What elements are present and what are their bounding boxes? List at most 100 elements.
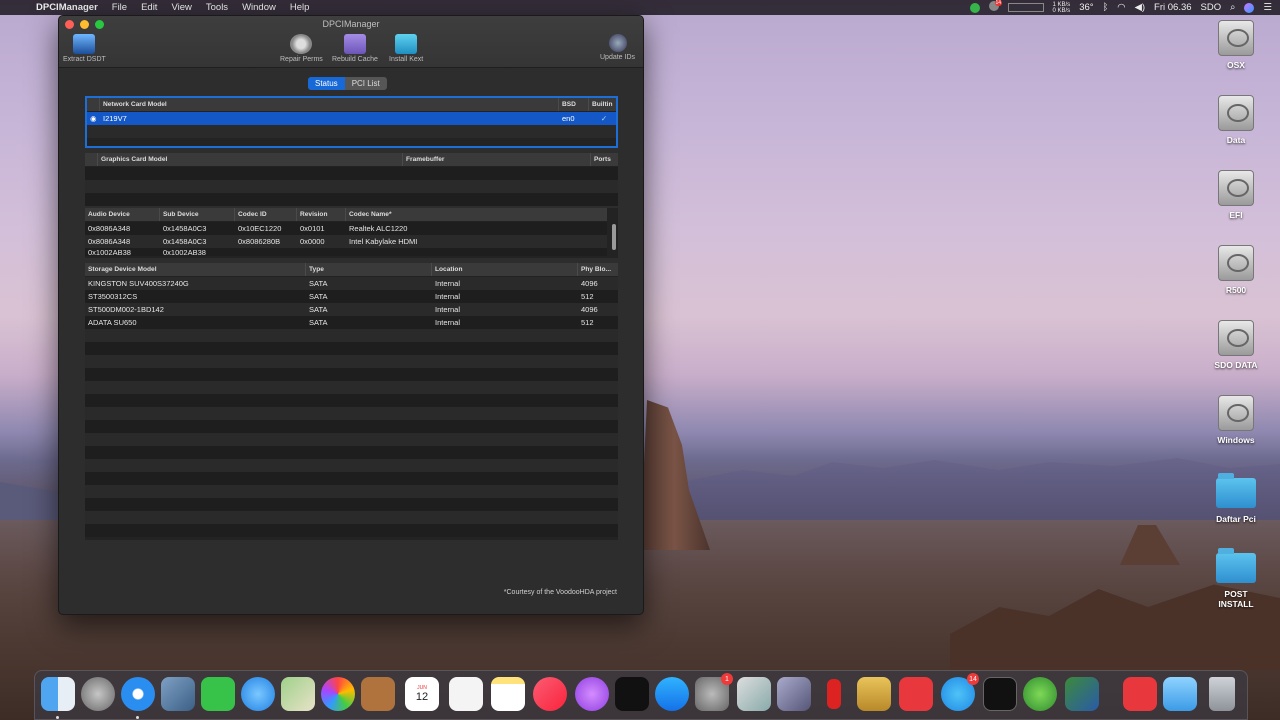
column-revision[interactable]: Revision [297, 208, 346, 221]
storage-row[interactable]: ST3500312CS SATA Internal 512 [85, 290, 618, 303]
calendar-icon[interactable]: JUN 12 [405, 677, 439, 711]
facetime-icon[interactable] [201, 677, 235, 711]
rebuild-cache-button[interactable]: Rebuild Cache [332, 34, 378, 63]
install-kext-button[interactable]: Install Kext [389, 34, 423, 63]
desktop-folder-1[interactable]: POST INSTALL [1206, 548, 1266, 609]
menu-help[interactable]: Help [290, 2, 310, 13]
storage-model: KINGSTON SUV400S37240G [88, 279, 189, 288]
system-info-icon[interactable] [1065, 677, 1099, 711]
mail-icon[interactable] [161, 677, 195, 711]
finder-icon[interactable] [41, 677, 75, 719]
siri-icon[interactable] [1244, 2, 1255, 13]
builtin-checkbox[interactable]: ✓ [589, 114, 616, 123]
storage-type: SATA [309, 305, 328, 314]
desktop-disk-2[interactable]: EFI [1206, 170, 1266, 220]
notes-icon[interactable] [491, 677, 525, 711]
app-store-icon[interactable] [655, 677, 689, 711]
net-speed[interactable]: 1 KB/s 0 KB/s [1053, 2, 1071, 14]
column-ports[interactable]: Ports [591, 153, 618, 166]
clock[interactable]: Fri 06.36 [1154, 2, 1192, 13]
desktop-disk-1[interactable]: Data [1206, 95, 1266, 145]
audio-row[interactable]: 0x1002AB38 0x1002AB38 [85, 248, 607, 256]
safari-icon[interactable] [121, 677, 155, 719]
contacts-icon[interactable] [361, 677, 395, 711]
tab-status[interactable]: Status [308, 77, 345, 90]
column-framebuffer[interactable]: Framebuffer [403, 153, 591, 166]
bluetooth-icon[interactable]: ᛒ [1103, 2, 1109, 13]
search-icon[interactable]: ⌕ [1230, 2, 1235, 13]
archive-icon[interactable] [857, 677, 891, 711]
column-codec-id[interactable]: Codec ID [235, 208, 297, 221]
column-network-card-model[interactable]: Network Card Model [100, 98, 559, 111]
tv-icon[interactable] [615, 677, 649, 711]
storage-row[interactable]: KINGSTON SUV400S37240G SATA Internal 4096 [85, 277, 618, 290]
audio-row[interactable]: 0x8086A348 0x1458A0C3 0x8086280B 0x0000 … [85, 235, 607, 248]
preview-icon[interactable] [737, 677, 771, 711]
wifi-icon[interactable]: ◠ [1117, 2, 1125, 13]
empty-row [85, 472, 618, 485]
knife-icon[interactable] [817, 677, 851, 711]
desktop-disk-3[interactable]: R500 [1206, 245, 1266, 295]
storage-row[interactable]: ADATA SU650 SATA Internal 512 [85, 316, 618, 329]
temperature-readout[interactable]: 36° [1079, 2, 1093, 13]
column-builtin[interactable]: Builtin [589, 98, 616, 111]
trash-icon[interactable] [1209, 677, 1235, 711]
extract-dsdt-button[interactable]: Extract DSDT [63, 34, 106, 63]
downloads-folder-icon[interactable] [1163, 677, 1197, 711]
menu-tools[interactable]: Tools [206, 2, 228, 13]
cpu-graph-icon[interactable] [1007, 3, 1044, 12]
repair-perms-button[interactable]: Repair Perms [280, 34, 323, 63]
update-ids-button[interactable]: Update IDs [600, 34, 635, 61]
sub-device: 0x1458A0C3 [163, 224, 207, 233]
launchpad-icon[interactable] [81, 677, 115, 711]
empty-row [85, 355, 618, 368]
clover-icon[interactable] [1023, 677, 1057, 711]
column-type[interactable]: Type [306, 263, 432, 276]
storage-row[interactable]: ST500DM002-1BD142 SATA Internal 4096 [85, 303, 618, 316]
column-codec-name[interactable]: Codec Name* [346, 208, 607, 221]
audio-device: 0x1002AB38 [88, 248, 131, 256]
maps-icon[interactable] [281, 677, 315, 711]
telegram-icon[interactable]: 14 [941, 673, 979, 711]
status-green-icon[interactable] [969, 2, 980, 13]
menu-window[interactable]: Window [242, 2, 276, 13]
column-storage-device-model[interactable]: Storage Device Model [85, 263, 306, 276]
column-location[interactable]: Location [432, 263, 578, 276]
desktop-folder-label: Daftar Pci [1216, 514, 1256, 524]
desktop-disk-4[interactable]: SDO DATA [1206, 320, 1266, 370]
user-name[interactable]: SDO [1201, 2, 1222, 13]
reminders-icon[interactable] [449, 677, 483, 711]
terminal-icon[interactable] [983, 677, 1017, 711]
volume-icon[interactable]: ◀) [1135, 2, 1145, 13]
audio-row[interactable]: 0x8086A348 0x1458A0C3 0x10EC1220 0x0101 … [85, 222, 607, 235]
column-bsd[interactable]: BSD [559, 98, 589, 111]
desktop-disk-5[interactable]: Windows [1206, 395, 1266, 445]
desktop-folder-0[interactable]: Daftar Pci [1206, 473, 1266, 524]
menu-notification[interactable]: 14 [988, 0, 1003, 14]
menu-app-name[interactable]: DPCIManager [36, 2, 98, 13]
anydesk-folder-icon[interactable] [1123, 677, 1157, 711]
audio-device: 0x8086A348 [88, 237, 131, 246]
audio-scrollbar[interactable] [612, 224, 616, 250]
system-preferences-icon[interactable]: 1 [695, 673, 733, 711]
hard-drive-icon [1218, 320, 1254, 356]
photos-icon[interactable] [321, 677, 355, 711]
utilities-icon[interactable] [777, 677, 811, 711]
desktop-disk-0[interactable]: OSX [1206, 20, 1266, 70]
menu-edit[interactable]: Edit [141, 2, 157, 13]
empty-row [85, 420, 618, 433]
column-audio-device[interactable]: Audio Device [85, 208, 160, 221]
messages-icon[interactable] [241, 677, 275, 711]
menu-view[interactable]: View [171, 2, 191, 13]
network-row[interactable]: ◉ I219V7 en0 ✓ [87, 112, 616, 125]
podcasts-icon[interactable] [575, 677, 609, 711]
notification-center-icon[interactable]: ☰ [1263, 2, 1272, 13]
music-icon[interactable] [533, 677, 567, 711]
tab-pci-list[interactable]: PCI List [344, 77, 387, 90]
system-preferences-badge: 1 [721, 673, 733, 685]
column-graphics-card-model[interactable]: Graphics Card Model [98, 153, 403, 166]
menu-file[interactable]: File [112, 2, 127, 13]
column-sub-device[interactable]: Sub Device [160, 208, 235, 221]
column-phy-block[interactable]: Phy Blo... [578, 263, 618, 276]
anydesk-icon[interactable] [899, 677, 933, 711]
